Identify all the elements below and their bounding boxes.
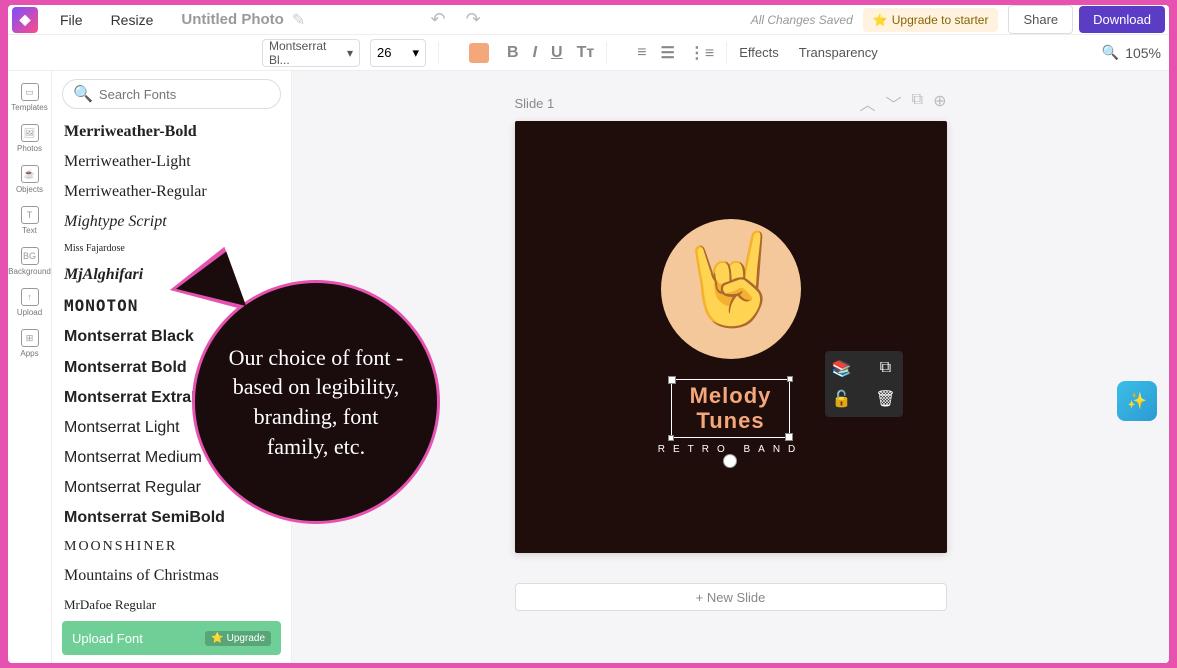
undo-icon[interactable]: ↶ [431, 9, 446, 30]
bold-icon[interactable]: B [507, 44, 519, 62]
font-item[interactable]: MOONSHINER [62, 533, 281, 561]
artwork-circle[interactable]: 🤘 [661, 219, 801, 359]
font-item[interactable]: Montserrat SemiBold [62, 503, 281, 533]
chevron-down-icon: ▾ [347, 46, 353, 60]
font-search-input[interactable] [99, 87, 275, 102]
canvas[interactable]: 🤘 Melody Tunes RETRO BAND 📚 ⧉ 🔓 🗑 [515, 121, 947, 553]
rail-templates[interactable]: ▭ Templates [10, 79, 50, 116]
lock-icon[interactable]: 🔓 [825, 389, 859, 409]
divider [438, 42, 439, 64]
slide-duplicate-icon[interactable]: ⧉ [912, 91, 923, 115]
font-item[interactable]: Merriweather-Regular [62, 177, 281, 207]
slide-up-icon[interactable]: ︿ [860, 91, 876, 115]
app-logo[interactable]: ◆ [12, 7, 38, 33]
bullet-list-icon[interactable]: ⋮≡ [689, 43, 714, 63]
left-sidebar: ▭ Templates 🖼 Photos ☕ Objects T Text BG… [8, 71, 52, 663]
templates-icon: ▭ [21, 83, 39, 101]
apps-icon: ⊞ [21, 329, 39, 347]
annotation-bubble: Our choice of font - based on legibility… [192, 280, 440, 524]
selected-text-box[interactable]: Melody Tunes [671, 379, 791, 437]
edit-title-icon[interactable]: ✎ [292, 10, 305, 30]
star-icon: ⭐ [873, 13, 888, 27]
melody-text-line1[interactable]: Melody [690, 384, 772, 408]
download-button[interactable]: Download [1079, 6, 1165, 33]
font-item[interactable]: MrDafoe Regular [62, 591, 281, 613]
document-title[interactable]: Untitled Photo [181, 11, 283, 28]
italic-icon[interactable]: I [533, 44, 537, 62]
rail-objects[interactable]: ☕ Objects [10, 161, 50, 198]
magic-fab[interactable]: ✨ [1117, 381, 1157, 421]
save-status: All Changes Saved [751, 13, 853, 27]
divider [606, 42, 607, 64]
align-icon[interactable]: ≡ [637, 44, 646, 62]
delete-icon[interactable]: 🗑 [869, 389, 903, 409]
slide-add-icon[interactable]: ⊕ [933, 91, 946, 115]
text-toolbar: Montserrat Bl... ▾ 26 ▾ B I U Tᴛ ≡ ☰ ⋮≡ … [8, 35, 1169, 71]
photos-icon: 🖼 [21, 124, 39, 142]
font-search[interactable]: 🔍 [62, 79, 281, 109]
slide-label: Slide 1 [515, 96, 555, 111]
slide-header: Slide 1 ︿ ﹀ ⧉ ⊕ [515, 91, 947, 115]
new-slide-button[interactable]: + New Slide [515, 583, 947, 611]
divider [726, 42, 727, 64]
topbar: ◆ File Resize Untitled Photo ✎ ↶ ↷ All C… [8, 5, 1169, 35]
font-size-select[interactable]: 26 ▾ [370, 39, 426, 67]
numbered-list-icon[interactable]: ☰ [661, 43, 675, 63]
melody-text-line2[interactable]: Tunes [690, 409, 772, 433]
rock-hand-illustration: 🤘 [674, 227, 786, 332]
text-case-icon[interactable]: Tᴛ [577, 44, 595, 62]
font-item[interactable]: Mountains of Christmas [62, 561, 281, 591]
effects-button[interactable]: Effects [739, 45, 779, 60]
zoom-control[interactable]: 🔍 105% [1102, 44, 1161, 61]
transparency-button[interactable]: Transparency [799, 45, 878, 60]
rotate-handle[interactable] [723, 454, 737, 468]
wand-icon: ✨ [1127, 391, 1147, 411]
font-item[interactable]: Merriweather-Light [62, 147, 281, 177]
objects-icon: ☕ [21, 165, 39, 183]
rail-photos[interactable]: 🖼 Photos [10, 120, 50, 157]
duplicate-icon[interactable]: ⧉ [869, 359, 903, 379]
annotation-text: Our choice of font - based on legibility… [225, 343, 407, 462]
upload-font-button[interactable]: Upload Font ⭐ Upgrade [62, 621, 281, 655]
text-icon: T [21, 206, 39, 224]
slide-down-icon[interactable]: ﹀ [886, 91, 902, 115]
font-item[interactable]: Merriweather-Bold [62, 117, 281, 147]
share-button[interactable]: Share [1008, 5, 1073, 34]
upgrade-starter-button[interactable]: ⭐ Upgrade to starter [863, 8, 999, 32]
font-item[interactable]: Miss Fajardose [62, 237, 281, 260]
rail-upload[interactable]: ↑ Upload [10, 284, 50, 321]
star-icon: ⭐ [211, 633, 223, 644]
text-color-swatch[interactable] [469, 43, 489, 63]
underline-icon[interactable]: U [551, 44, 563, 62]
background-icon: BG [21, 247, 39, 265]
chevron-down-icon: ▾ [412, 45, 419, 61]
file-menu[interactable]: File [46, 7, 97, 33]
rail-apps[interactable]: ⊞ Apps [10, 325, 50, 362]
rail-text[interactable]: T Text [10, 202, 50, 239]
font-item[interactable]: Mightype Script [62, 207, 281, 237]
redo-icon[interactable]: ↷ [466, 9, 481, 30]
zoom-icon: 🔍 [1102, 44, 1119, 61]
resize-menu[interactable]: Resize [97, 7, 168, 33]
element-context-toolbar: 📚 ⧉ 🔓 🗑 [825, 351, 903, 417]
layers-icon[interactable]: 📚 [825, 359, 859, 379]
search-icon: 🔍 [73, 84, 93, 104]
upgrade-badge: ⭐ Upgrade [205, 631, 271, 646]
rail-background[interactable]: BG Background [10, 243, 50, 280]
upload-icon: ↑ [21, 288, 39, 306]
font-family-select[interactable]: Montserrat Bl... ▾ [262, 39, 360, 67]
